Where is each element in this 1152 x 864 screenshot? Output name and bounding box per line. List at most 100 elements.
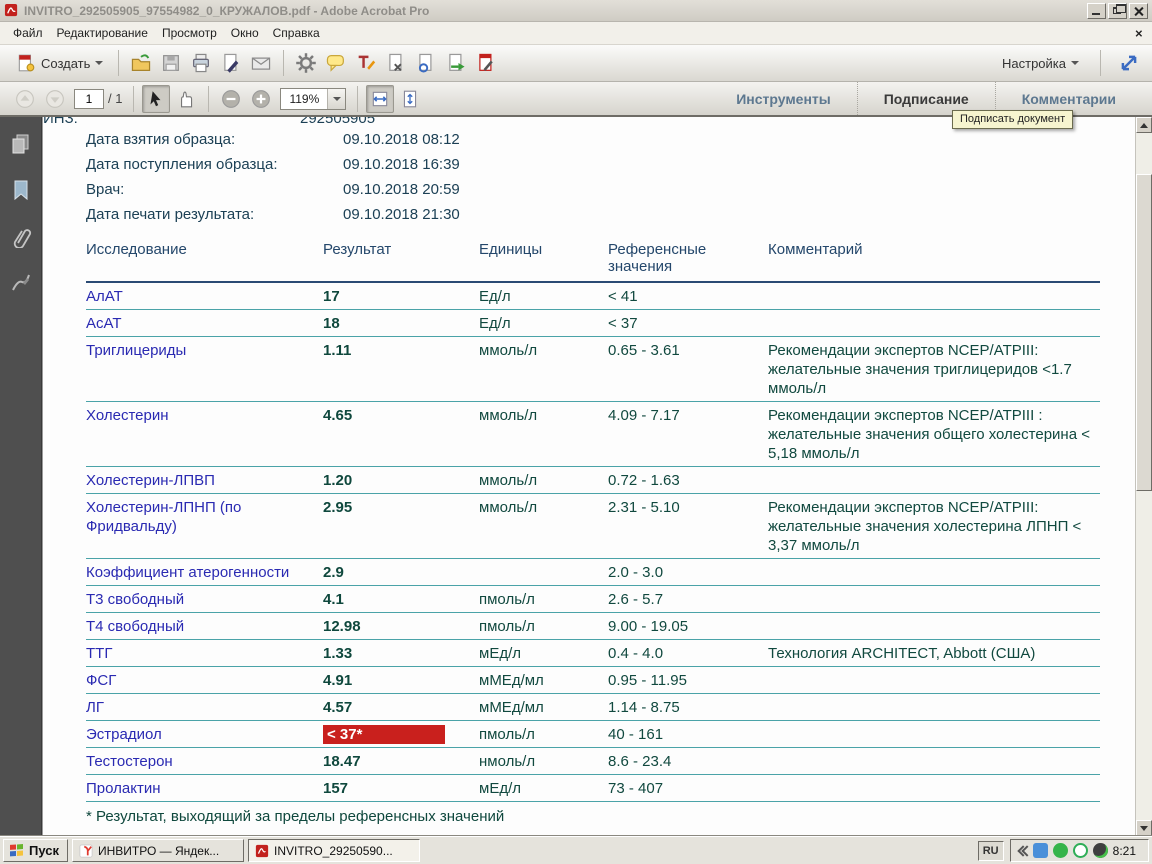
- cell-units: пмоль/л: [479, 613, 608, 640]
- table-row: Холестерин-ЛПНП (по Фридвальду)2.95ммоль…: [86, 494, 1100, 559]
- taskbar-task-button[interactable]: ИНВИТРО — Яндек...: [72, 839, 244, 862]
- menu-item[interactable]: Редактирование: [50, 23, 155, 43]
- close-icon: [1135, 30, 1143, 38]
- attach-link-button[interactable]: [412, 49, 440, 77]
- cell-reference: 8.6 - 23.4: [608, 748, 768, 775]
- task-label: INVITRO_29250590...: [274, 844, 393, 858]
- attachments-panel-button[interactable]: [8, 223, 34, 249]
- print-button[interactable]: [187, 49, 215, 77]
- pages-panel-button[interactable]: [8, 131, 34, 157]
- zoom-in-button[interactable]: [247, 85, 275, 113]
- scroll-down-button[interactable]: [1136, 820, 1152, 836]
- previous-page-button[interactable]: [11, 85, 39, 113]
- sign-document-button[interactable]: [217, 49, 245, 77]
- panel-tab[interactable]: Инструменты: [710, 82, 857, 115]
- create-button[interactable]: Создать: [9, 49, 110, 77]
- reference-footnote: * Результат, выходящий за пределы рефере…: [86, 808, 1135, 825]
- menu-bar: ФайлРедактированиеПросмотрОкноСправка: [0, 22, 1152, 45]
- cell-result: 4.91: [323, 667, 479, 694]
- cell-comment: [768, 282, 1100, 310]
- cell-result: 2.95: [323, 494, 479, 559]
- cell-units: [479, 559, 608, 586]
- page-number-input[interactable]: [74, 89, 104, 109]
- vertical-scrollbar[interactable]: [1135, 117, 1152, 836]
- create-page-icon: [16, 53, 36, 73]
- settings-button[interactable]: [292, 49, 320, 77]
- hand-tool-button[interactable]: [172, 85, 200, 113]
- fit-page-icon: [400, 89, 420, 109]
- fit-page-button[interactable]: [396, 85, 424, 113]
- menu-item[interactable]: Справка: [266, 23, 327, 43]
- menu-item[interactable]: Окно: [224, 23, 266, 43]
- info-label: Врач:: [86, 181, 343, 198]
- customize-button[interactable]: Настройка: [995, 49, 1086, 77]
- cell-reference: 1.14 - 8.75: [608, 694, 768, 721]
- scroll-up-button[interactable]: [1136, 117, 1152, 133]
- zoom-out-button[interactable]: [217, 85, 245, 113]
- chevron-down-icon: [95, 61, 103, 65]
- collapse-tray-icon[interactable]: [1019, 846, 1028, 855]
- delete-pages-button[interactable]: [382, 49, 410, 77]
- cell-reference: 0.65 - 3.61: [608, 337, 768, 402]
- info-row: Дата поступления образца:09.10.2018 16:3…: [86, 152, 1135, 177]
- clock[interactable]: 8:21: [1113, 844, 1140, 858]
- cell-reference: 73 - 407: [608, 775, 768, 802]
- bookmarks-panel-button[interactable]: [8, 177, 34, 203]
- tray-icon-ring-app[interactable]: [1073, 843, 1088, 858]
- fit-width-button[interactable]: [366, 85, 394, 113]
- task-buttons: ИНВИТРО — Яндек... INVITRO_29250590...: [68, 839, 420, 862]
- taskbar-task-button[interactable]: INVITRO_29250590...: [248, 839, 420, 862]
- comment-button[interactable]: [322, 49, 350, 77]
- table-row: Т3 свободный4.1пмоль/л2.6 - 5.7: [86, 586, 1100, 613]
- menu-item[interactable]: Просмотр: [155, 23, 224, 43]
- results-table: Исследование Результат Единицы Референсн…: [86, 239, 1100, 802]
- cell-reference: < 37: [608, 310, 768, 337]
- scrollbar-thumb[interactable]: [1136, 174, 1152, 491]
- tray-icon-dark-app[interactable]: [1093, 843, 1108, 858]
- save-button[interactable]: [157, 49, 185, 77]
- pages-panel-icon: [9, 132, 33, 156]
- text-annotation-button[interactable]: [352, 49, 380, 77]
- cell-units: нмоль/л: [479, 748, 608, 775]
- cell-reference: 0.95 - 11.95: [608, 667, 768, 694]
- fullscreen-button[interactable]: [1115, 49, 1143, 77]
- cell-test-name: ФСГ: [86, 667, 323, 694]
- cell-reference: 0.72 - 1.63: [608, 467, 768, 494]
- export-button[interactable]: [442, 49, 470, 77]
- task-label: ИНВИТРО — Яндек...: [98, 844, 219, 858]
- open-button[interactable]: [127, 49, 155, 77]
- language-indicator[interactable]: RU: [978, 841, 1004, 861]
- close-document-button[interactable]: [1130, 26, 1146, 40]
- results-table-body: АлАТ17Ед/л< 41АсАТ18Ед/л< 37Триглицериды…: [86, 282, 1100, 802]
- zoom-combo[interactable]: 119%: [280, 88, 346, 110]
- cell-result: 17: [323, 282, 479, 310]
- tray-icon-green-app[interactable]: [1053, 843, 1068, 858]
- acrobat-pdf-icon: [255, 844, 269, 858]
- attachments-panel-icon: [9, 224, 33, 248]
- page-x-icon: [385, 52, 407, 74]
- cell-result: 1.20: [323, 467, 479, 494]
- minimize-button[interactable]: [1087, 3, 1106, 19]
- column-header-comment: Комментарий: [768, 239, 1100, 282]
- close-button[interactable]: [1129, 3, 1148, 19]
- red-edit-icon: [475, 52, 497, 74]
- zoom-dropdown-button[interactable]: [327, 89, 345, 109]
- toolbar-separator: [118, 50, 119, 76]
- start-button[interactable]: Пуск: [3, 839, 68, 862]
- chevron-down-icon: [1071, 61, 1079, 65]
- page-link-icon: [415, 52, 437, 74]
- cell-comment: [768, 667, 1100, 694]
- select-tool-button[interactable]: [142, 85, 170, 113]
- zoom-out-icon: [221, 89, 241, 109]
- cell-test-name: АсАТ: [86, 310, 323, 337]
- restore-button[interactable]: [1108, 3, 1127, 19]
- menu-item[interactable]: Файл: [6, 23, 50, 43]
- next-page-button[interactable]: [41, 85, 69, 113]
- cell-units: мМЕд/мл: [479, 694, 608, 721]
- pdf-page[interactable]: ИНЗ: 292505905 Дата взятия образца:09.10…: [42, 117, 1135, 836]
- edit-document-button[interactable]: [472, 49, 500, 77]
- signatures-panel-button[interactable]: [8, 269, 34, 295]
- tray-icon-blue-app[interactable]: [1033, 843, 1048, 858]
- email-button[interactable]: [247, 49, 275, 77]
- cell-result: 1.33: [323, 640, 479, 667]
